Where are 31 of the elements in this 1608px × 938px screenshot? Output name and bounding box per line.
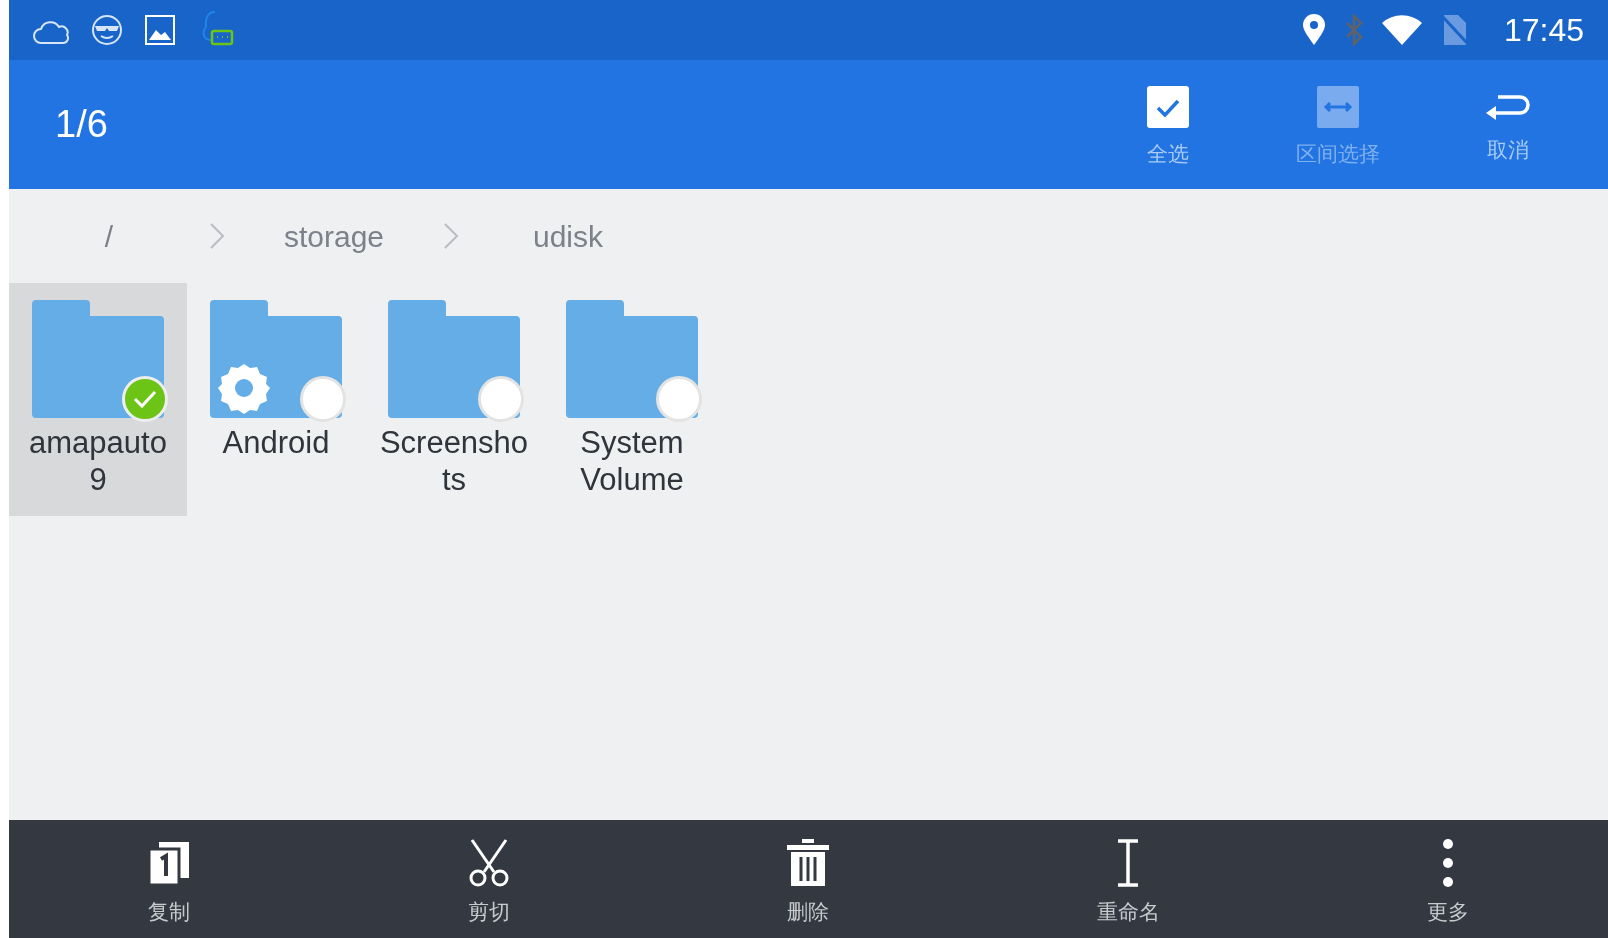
chevron-right-icon xyxy=(443,222,459,250)
toolbar-button[interactable]: 删除 xyxy=(648,836,969,922)
folder-icon xyxy=(566,300,698,418)
range-select-icon xyxy=(1316,85,1360,129)
trash-icon xyxy=(785,837,832,888)
selection-count: 1/6 xyxy=(55,102,108,147)
folder-tile[interactable]: Android xyxy=(187,283,365,516)
toolbar-button[interactable]: 重命名 xyxy=(968,836,1289,922)
toolbar-button[interactable]: 更多 xyxy=(1288,836,1608,922)
folder-tile[interactable]: System Volume xyxy=(543,283,721,516)
folder-name: System Volume xyxy=(579,424,685,498)
folder-name: amapauto9 xyxy=(28,424,168,498)
folder-name: Screenshots xyxy=(379,424,529,498)
gear-icon xyxy=(218,362,270,414)
folder-icon xyxy=(388,300,520,418)
face-icon xyxy=(91,14,123,46)
location-icon xyxy=(1301,14,1326,46)
chevron-right-icon xyxy=(209,222,225,250)
clock: 17:45 xyxy=(1503,11,1584,50)
bluetooth-icon xyxy=(1343,14,1364,46)
image-icon xyxy=(145,15,175,45)
check-icon xyxy=(133,389,157,409)
folder-icon xyxy=(32,300,164,418)
wifi-icon xyxy=(1381,15,1422,45)
checkbox-icon xyxy=(1146,85,1190,129)
toolbar-button[interactable]: 复制 xyxy=(9,836,329,922)
folder-tile[interactable]: Screenshots xyxy=(365,283,543,516)
folder-name: Android xyxy=(221,424,331,461)
more-icon xyxy=(1442,837,1455,888)
folder-tile[interactable]: amapauto9 xyxy=(9,283,187,516)
toolbar-button[interactable]: 剪切 xyxy=(328,836,649,922)
